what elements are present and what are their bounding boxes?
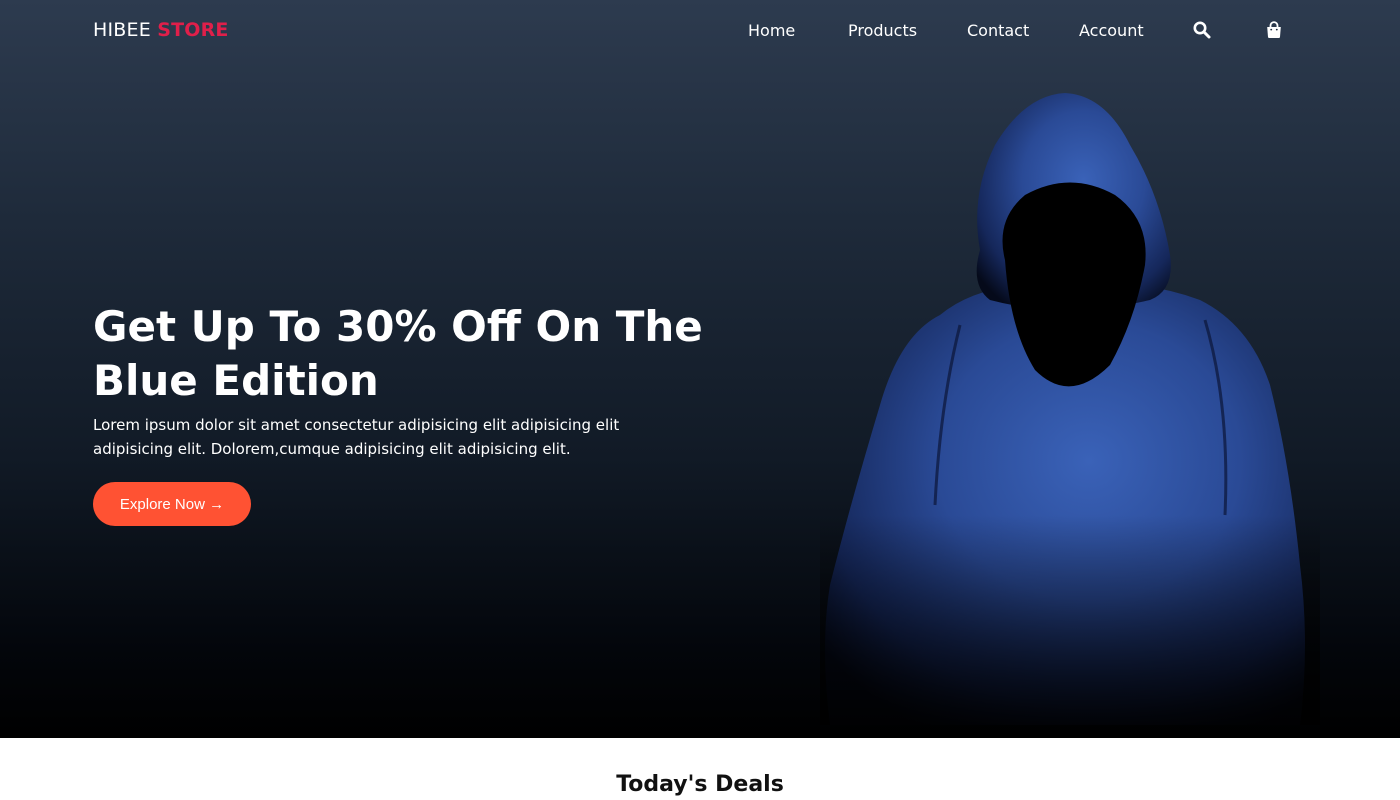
- hero-description: Lorem ipsum dolor sit amet consectetur a…: [93, 416, 620, 458]
- brand-logo[interactable]: HIBEE STORE: [93, 19, 229, 41]
- navbar: HIBEE STORE Home Products Contact Accoun…: [0, 0, 1400, 62]
- hero-section: HIBEE STORE Home Products Contact Accoun…: [0, 0, 1400, 738]
- search-icon[interactable]: [1192, 20, 1212, 40]
- hooded-figure-image: [820, 93, 1320, 725]
- brand-name-part2: STORE: [157, 19, 229, 41]
- nav-link-account[interactable]: Account: [1079, 21, 1144, 40]
- hero-title: Get Up To 30% Off On The Blue Edition: [93, 302, 703, 405]
- shopping-bag-icon[interactable]: [1264, 20, 1284, 40]
- nav-link-products[interactable]: Products: [848, 21, 917, 40]
- nav-link-home[interactable]: Home: [748, 21, 795, 40]
- todays-deals-heading: Today's Deals: [616, 772, 784, 797]
- brand-name-part1: HIBEE: [93, 19, 151, 41]
- explore-now-button[interactable]: Explore Now →: [93, 482, 251, 526]
- nav-link-contact[interactable]: Contact: [967, 21, 1029, 40]
